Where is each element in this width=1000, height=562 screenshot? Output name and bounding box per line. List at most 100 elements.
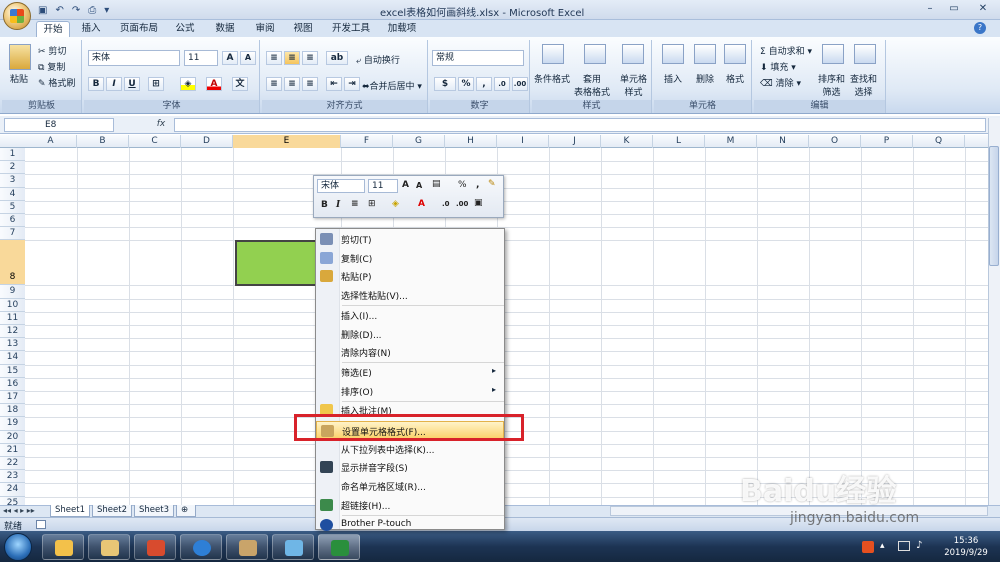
- mini-format-painter-icon[interactable]: ✎: [488, 179, 496, 189]
- wrap-text-button[interactable]: ⤶ 自动换行: [356, 53, 400, 66]
- insert-function-button[interactable]: fx: [150, 117, 172, 132]
- orientation-icon[interactable]: ab: [326, 51, 348, 65]
- mini-increase-decimal-icon[interactable]: .0: [442, 200, 450, 208]
- grow-font-icon[interactable]: A: [222, 51, 238, 65]
- column-header-e[interactable]: E: [233, 135, 341, 148]
- row-header-10[interactable]: 10: [0, 299, 25, 312]
- italic-button[interactable]: I: [106, 77, 122, 91]
- row-header-23[interactable]: 23: [0, 470, 25, 484]
- cut-button[interactable]: ✂ 剪切: [38, 44, 66, 57]
- tray-network-icon[interactable]: [898, 541, 910, 551]
- customize-qat-icon[interactable]: ▾: [104, 5, 109, 16]
- context-menu-item[interactable]: 删除(D)...: [316, 325, 504, 343]
- close-button[interactable]: ✕: [966, 0, 1000, 18]
- row-header-3[interactable]: 3: [0, 174, 25, 188]
- maximize-button[interactable]: ▭: [942, 0, 966, 18]
- context-menu-item[interactable]: 复制(C): [316, 249, 504, 267]
- row-header-16[interactable]: 16: [0, 378, 25, 391]
- row-header-4[interactable]: 4: [0, 188, 25, 201]
- row-header-14[interactable]: 14: [0, 351, 25, 365]
- column-header-f[interactable]: F: [341, 135, 393, 148]
- sort-filter-icon[interactable]: [822, 44, 844, 64]
- mini-decrease-decimal-icon[interactable]: .00: [456, 200, 468, 208]
- taskbar-app-paint[interactable]: [226, 534, 268, 560]
- align-middle-icon[interactable]: ≡: [284, 51, 300, 65]
- vertical-scroll-thumb[interactable]: [989, 146, 999, 266]
- tab-home[interactable]: 开始: [36, 21, 70, 37]
- taskbar-app-sogou[interactable]: [180, 534, 222, 560]
- font-name-select[interactable]: 宋体: [88, 50, 180, 66]
- column-header-g[interactable]: G: [393, 135, 445, 148]
- column-header-q[interactable]: Q: [913, 135, 965, 148]
- paste-label[interactable]: 粘贴: [10, 72, 28, 85]
- context-menu-item[interactable]: 超链接(H)...: [316, 496, 504, 514]
- mini-comma-button[interactable]: ,: [476, 180, 479, 190]
- row-header-21[interactable]: 21: [0, 444, 25, 457]
- formula-input[interactable]: [174, 118, 986, 132]
- align-bottom-icon[interactable]: ≡: [302, 51, 318, 65]
- column-header-c[interactable]: C: [129, 135, 181, 148]
- context-menu-item[interactable]: 筛选(E) ▸: [316, 363, 504, 381]
- row-header-12[interactable]: 12: [0, 325, 25, 339]
- row-header-7[interactable]: 7: [0, 227, 25, 241]
- quick-print-icon[interactable]: ⎙: [88, 5, 96, 16]
- taskbar-app-explorer[interactable]: [88, 534, 130, 560]
- taskbar-clock[interactable]: 15:36 2019/9/29: [938, 535, 994, 559]
- macro-record-icon[interactable]: [36, 520, 46, 529]
- undo-icon[interactable]: ↶: [55, 5, 63, 16]
- column-header-a[interactable]: A: [25, 135, 77, 148]
- taskbar-app-excel[interactable]: [318, 534, 360, 560]
- save-icon[interactable]: ▣: [38, 5, 47, 16]
- taskbar-app-presenter[interactable]: [134, 534, 176, 560]
- column-header-l[interactable]: L: [653, 135, 705, 148]
- mini-currency-icon[interactable]: ▤: [432, 179, 441, 189]
- copy-button[interactable]: ⧉ 复制: [38, 60, 65, 73]
- mini-shrink-font-icon[interactable]: A: [416, 181, 422, 190]
- sheet-tab-3[interactable]: Sheet3: [134, 505, 174, 517]
- context-menu-item[interactable]: 粘贴(P): [316, 267, 504, 285]
- font-size-select[interactable]: 11: [184, 50, 218, 66]
- find-select-icon[interactable]: [854, 44, 876, 64]
- column-header-o[interactable]: O: [809, 135, 861, 148]
- help-icon[interactable]: ?: [974, 22, 986, 34]
- format-as-table-label[interactable]: 套用 表格格式: [574, 72, 610, 98]
- row-header-18[interactable]: 18: [0, 404, 25, 418]
- mini-borders-icon[interactable]: ⊞: [368, 199, 376, 209]
- start-button[interactable]: [4, 533, 32, 561]
- context-menu-item[interactable]: 选择性粘贴(V)...: [316, 286, 504, 304]
- autosum-button[interactable]: Σ 自动求和 ▾: [760, 44, 812, 57]
- paste-icon[interactable]: [9, 44, 31, 70]
- office-button[interactable]: [3, 2, 31, 30]
- insert-cells-label[interactable]: 插入: [664, 72, 682, 85]
- tab-view[interactable]: 视图: [288, 21, 318, 37]
- redo-icon[interactable]: ↷: [72, 5, 80, 16]
- format-cells-ribbon-icon[interactable]: [724, 44, 746, 64]
- mini-italic-button[interactable]: I: [336, 200, 340, 210]
- tab-review[interactable]: 审阅: [250, 21, 280, 37]
- column-header-b[interactable]: B: [77, 135, 129, 148]
- mini-font-select[interactable]: 宋体: [317, 179, 365, 193]
- increase-indent-icon[interactable]: ⇥: [344, 77, 360, 91]
- context-menu-item[interactable]: 清除内容(N): [316, 343, 504, 361]
- row-header-8[interactable]: 8: [0, 240, 25, 286]
- row-header-15[interactable]: 15: [0, 365, 25, 378]
- column-header-p[interactable]: P: [861, 135, 913, 148]
- conditional-format-icon[interactable]: [542, 44, 564, 64]
- clear-button[interactable]: ⌫ 清除 ▾: [760, 76, 801, 89]
- align-center-icon[interactable]: ≡: [284, 77, 300, 91]
- decrease-indent-icon[interactable]: ⇤: [326, 77, 342, 91]
- tray-volume-icon[interactable]: ♪: [916, 540, 922, 551]
- mini-bold-button[interactable]: B: [321, 200, 328, 210]
- format-label[interactable]: 格式: [726, 72, 744, 85]
- mini-grow-font-icon[interactable]: A: [402, 180, 409, 190]
- column-header-i[interactable]: I: [497, 135, 549, 148]
- fill-button[interactable]: ⬇ 填充 ▾: [760, 60, 796, 73]
- delete-cells-icon[interactable]: [694, 44, 716, 64]
- format-as-table-icon[interactable]: [584, 44, 606, 64]
- context-menu-item[interactable]: 剪切(T): [316, 230, 504, 248]
- row-header-24[interactable]: 24: [0, 483, 25, 497]
- context-menu-item[interactable]: 从下拉列表中选择(K)...: [316, 440, 504, 458]
- taskbar-app-notes[interactable]: [272, 534, 314, 560]
- conditional-format-label[interactable]: 条件格式: [534, 72, 570, 85]
- number-format-select[interactable]: 常规: [432, 50, 524, 66]
